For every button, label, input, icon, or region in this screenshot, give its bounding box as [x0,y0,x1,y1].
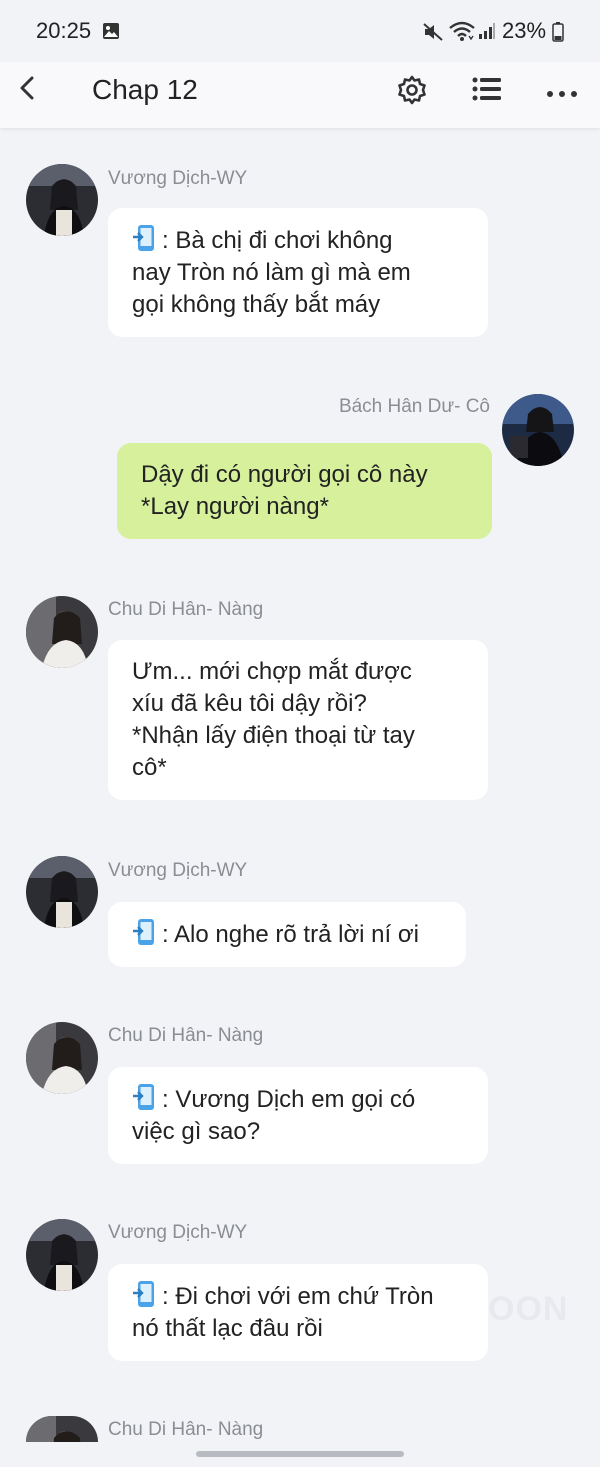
avatar[interactable] [26,856,98,928]
avatar[interactable] [26,1416,98,1442]
sender-name: Chu Di Hân- Nàng [108,1025,264,1046]
watermark-text: OON [488,1290,569,1328]
message-line: : Đi chơi với em chứ Tròn [132,1280,464,1313]
message-line: việc gì sao? [132,1118,261,1145]
avatar[interactable] [26,164,98,236]
chapter-title: Chap 12 [92,74,198,105]
avatar[interactable] [26,596,98,668]
home-indicator[interactable] [196,1451,404,1457]
message-line: *Lay người nàng* [141,493,329,520]
phone-incoming-icon [133,1084,154,1110]
chapter-list-icon[interactable] [472,76,502,106]
message-line: xíu đã kêu tôi dậy rồi? [132,690,367,717]
avatar[interactable] [26,1219,98,1291]
message-line: Ưm... mới chợp mắt được [132,658,412,685]
mute-icon [422,22,444,46]
phone-incoming-icon [133,919,154,945]
message-line: nó thất lạc đâu rồi [132,1315,323,1342]
signal-icon [478,22,496,44]
message-bubble: : Đi chơi với em chứ Tròn nó thất lạc đâ… [108,1264,488,1361]
message-line: *Nhận lấy điện thoại từ tay [132,722,415,749]
message-line: : Bà chị đi chơi không [132,224,464,257]
sender-name: Chu Di Hân- Nàng [108,599,264,620]
battery-icon [552,22,564,46]
wifi-icon [448,20,476,46]
status-time: 20:25 [36,18,92,43]
app-header: Chap 12 [0,62,600,128]
message-line: Dậy đi có người gọi cô này [141,461,428,488]
avatar[interactable] [26,1022,98,1094]
avatar[interactable] [502,394,574,466]
gear-icon[interactable] [396,74,428,110]
message-line: : Alo nghe rõ trả lời ní ơi [132,918,442,951]
back-chevron-icon[interactable] [14,74,44,104]
sender-name: Chu Di Hân- Nàng [108,1419,264,1440]
message-bubble: : Vương Dịch em gọi có việc gì sao? [108,1067,488,1164]
message-bubble: : Alo nghe rõ trả lời ní ơi [108,902,466,967]
gallery-notification-icon [102,22,120,44]
message-bubble: : Bà chị đi chơi không nay Tròn nó làm g… [108,208,488,337]
message-line: cô* [132,754,167,781]
message-line: nay Tròn nó làm gì mà em [132,259,411,286]
sender-name: Bách Hân Dư- Cô [338,396,490,417]
sender-name: Vương Dịch-WY [108,860,248,881]
status-bar: 20:25 23% [0,0,600,62]
message-bubble: Ưm... mới chợp mắt được xíu đã kêu tôi d… [108,640,488,800]
battery-percentage: 23% [502,18,547,43]
more-horizontal-icon[interactable] [546,84,578,103]
sender-name: Vương Dịch-WY [108,168,248,189]
message-line: gọi không thấy bắt máy [132,291,381,318]
message-line: : Vương Dịch em gọi có [132,1083,464,1116]
phone-incoming-icon [133,1281,154,1307]
sender-name: Vương Dịch-WY [108,1222,248,1243]
phone-incoming-icon [133,225,154,251]
message-bubble-mine: Dậy đi có người gọi cô này *Lay người nà… [117,443,492,539]
